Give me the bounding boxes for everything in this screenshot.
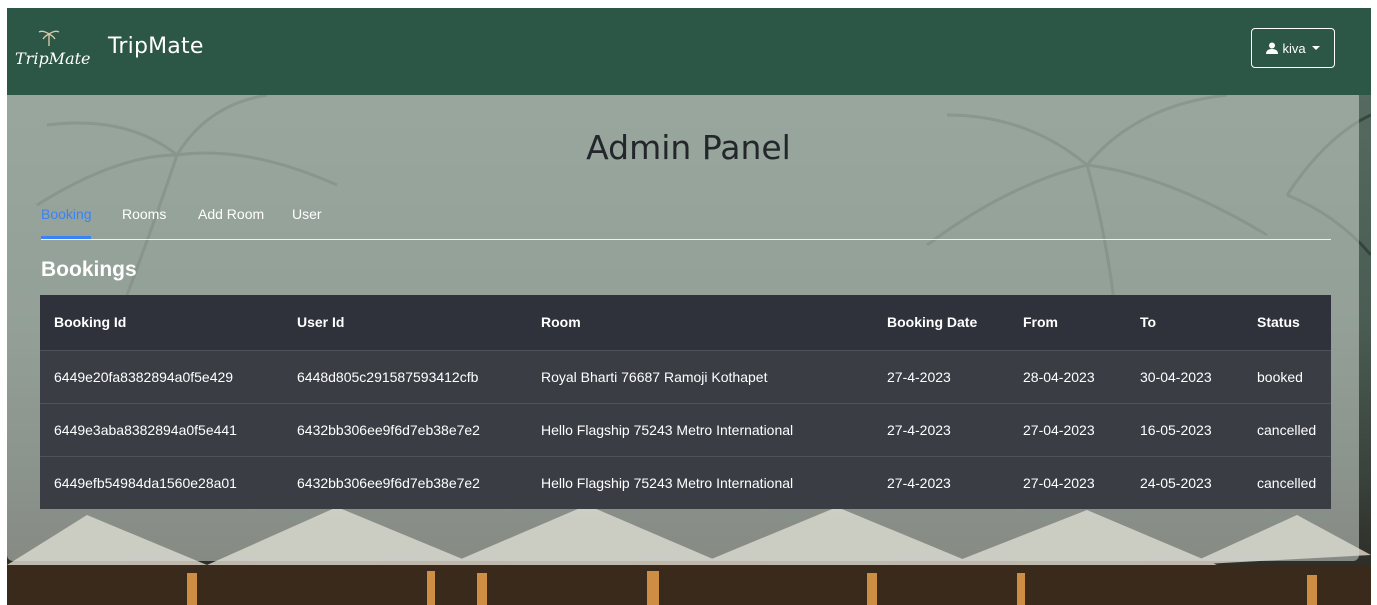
status-cell: cancelled	[1257, 474, 1317, 491]
column-header: Room	[541, 314, 581, 331]
column-header: From	[1023, 314, 1058, 331]
booking-date-cell: 27-4-2023	[887, 421, 951, 438]
to-date-cell: 30-04-2023	[1140, 368, 1212, 385]
booking-id-cell: 6449e3aba8382894a0f5e441	[54, 421, 237, 438]
column-header: Booking Date	[887, 314, 978, 331]
page: TripMate TripMate kiva Admin Panel Booki…	[0, 0, 1377, 605]
bookings-table-container: Booking Id User Id Room Booking Date Fro…	[40, 295, 1331, 509]
table-row[interactable]: 6449efb54984da1560e28a01 6432bb306ee9f6d…	[40, 456, 1331, 509]
column-header: User Id	[297, 314, 345, 331]
to-date-cell: 16-05-2023	[1140, 421, 1212, 438]
tab-add-room[interactable]: Add Room	[198, 206, 264, 222]
username: kiva	[1282, 40, 1306, 56]
page-title: Admin Panel	[586, 128, 791, 167]
to-date-cell: 24-05-2023	[1140, 474, 1212, 491]
tab-booking[interactable]: Booking	[41, 206, 92, 222]
user-menu-dropdown[interactable]: kiva	[1251, 28, 1335, 68]
brand-name[interactable]: TripMate	[108, 34, 204, 59]
column-header: Booking Id	[54, 314, 127, 331]
booking-date-cell: 27-4-2023	[887, 368, 951, 385]
bookings-table: Booking Id User Id Room Booking Date Fro…	[40, 295, 1331, 509]
tab-bar: Booking Rooms Add Room User	[41, 198, 1331, 240]
user-id-cell: 6432bb306ee9f6d7eb38e7e2	[297, 474, 480, 491]
column-header: To	[1140, 314, 1157, 331]
tab-rooms[interactable]: Rooms	[122, 206, 166, 222]
chevron-down-icon	[1311, 46, 1320, 50]
tab-user[interactable]: User	[292, 206, 322, 222]
from-date-cell: 28-04-2023	[1023, 368, 1095, 385]
section-title: Bookings	[41, 258, 137, 281]
booking-id-cell: 6449efb54984da1560e28a01	[54, 474, 237, 491]
room-cell: Hello Flagship 75243 Metro International	[541, 474, 794, 491]
user-id-cell: 6448d805c291587593412cfb	[297, 368, 479, 385]
table-row[interactable]: 6449e20fa8382894a0f5e429 6448d805c291587…	[40, 350, 1331, 403]
room-cell: Hello Flagship 75243 Metro International	[541, 421, 794, 438]
status-cell: booked	[1257, 368, 1303, 385]
from-date-cell: 27-04-2023	[1023, 474, 1095, 491]
status-cell: cancelled	[1257, 421, 1317, 438]
active-tab-indicator	[41, 236, 91, 239]
table-row[interactable]: 6449e3aba8382894a0f5e441 6432bb306ee9f6d…	[40, 403, 1331, 456]
navbar: TripMate TripMate kiva	[7, 8, 1371, 95]
column-header: Status	[1257, 314, 1300, 331]
tripmate-logo[interactable]: TripMate	[13, 26, 99, 72]
user-id-cell: 6432bb306ee9f6d7eb38e7e2	[297, 421, 480, 438]
from-date-cell: 27-04-2023	[1023, 421, 1095, 438]
room-cell: Royal Bharti 76687 Ramoji Kothapet	[541, 368, 768, 385]
booking-date-cell: 27-4-2023	[887, 474, 951, 491]
table-header-row: Booking Id User Id Room Booking Date Fro…	[40, 295, 1331, 350]
logo-text: TripMate	[15, 49, 91, 68]
booking-id-cell: 6449e20fa8382894a0f5e429	[54, 368, 234, 385]
user-icon	[1266, 42, 1279, 54]
